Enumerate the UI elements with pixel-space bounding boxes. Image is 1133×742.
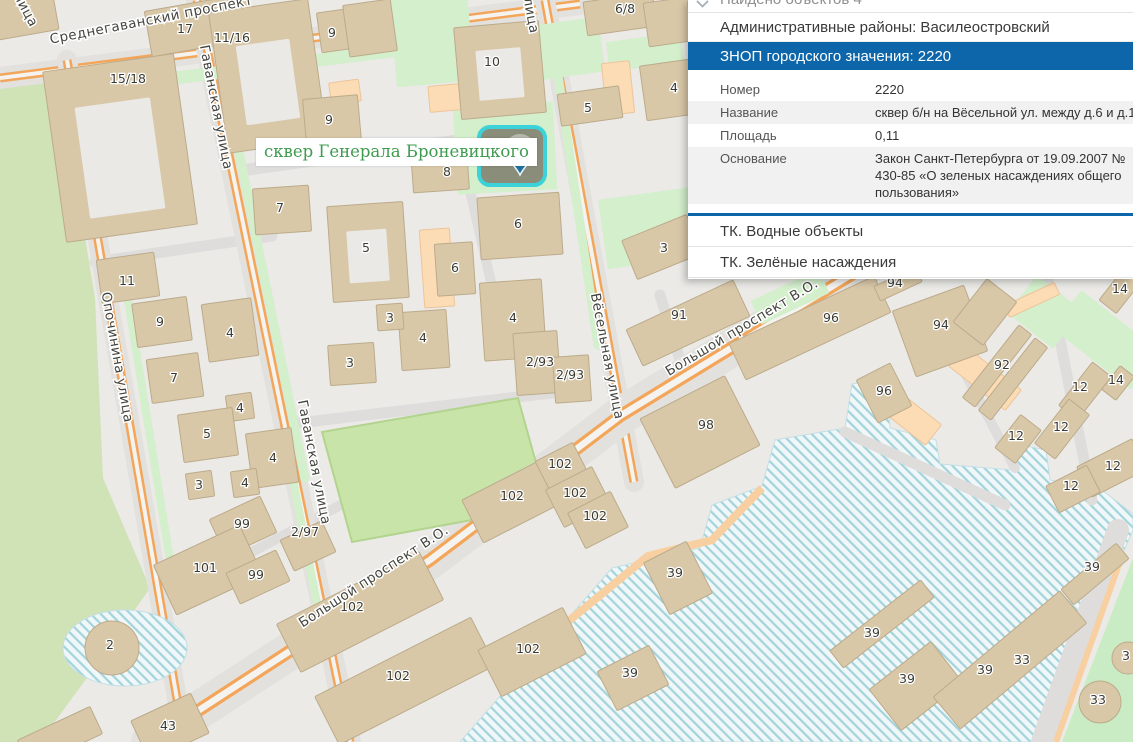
section-tk-water[interactable]: ТК. Водные объекты xyxy=(688,216,1133,247)
results-panel: Найдено объектов 4 Административные райо… xyxy=(688,0,1133,279)
building-number: 2/93 xyxy=(526,354,554,369)
app-window: 1711/16915/186/8104598765361191439442/93… xyxy=(0,0,1133,742)
building-number: 92 xyxy=(994,357,1010,372)
building-number: 3 xyxy=(386,310,394,325)
building-number: 9 xyxy=(328,25,336,40)
results-count: Найдено объектов 4 xyxy=(688,0,1133,13)
section-tk-green[interactable]: ТК. Зелёные насаждения xyxy=(688,247,1133,278)
detail-row-name: Название сквер б/н на Вёсельной ул. межд… xyxy=(688,101,1133,124)
section-label: ТК. Водные объекты xyxy=(720,223,863,240)
building-number: 96 xyxy=(876,383,892,398)
building-number: 4 xyxy=(419,330,427,345)
section-admin-districts[interactable]: Административные районы: Василеостровски… xyxy=(688,13,1133,42)
building-number: 99 xyxy=(248,567,264,582)
building-number: 5 xyxy=(362,240,370,255)
building-number: 10 xyxy=(484,54,500,69)
building-number: 12 xyxy=(1072,379,1088,394)
building-number: 11 xyxy=(119,273,135,288)
building-number: 4 xyxy=(236,400,244,415)
building-number: 14 xyxy=(1112,281,1128,296)
building-number: 102 xyxy=(583,508,607,523)
building-number: 2/97 xyxy=(291,524,319,539)
building-number: 102 xyxy=(386,668,410,683)
section-label: ЗНОП городского значения: 2220 xyxy=(720,48,951,65)
object-details: Номер 2220 Название сквер б/н на Вёсельн… xyxy=(688,70,1133,204)
building-number: 7 xyxy=(170,370,178,385)
building-number: 102 xyxy=(548,456,572,471)
building-number: 39 xyxy=(667,565,683,580)
building-number: 102 xyxy=(500,488,524,503)
building-number: 43 xyxy=(160,718,176,733)
building-number: 14 xyxy=(1108,372,1124,387)
section-label: ТК. Зелёные насаждения xyxy=(720,254,896,271)
building-number: 4 xyxy=(509,310,517,325)
building-number: 2/93 xyxy=(556,367,584,382)
selected-object-label: сквер Генерала Броневицкого xyxy=(256,138,537,166)
building-number: 4 xyxy=(670,80,678,95)
building-number: 3 xyxy=(195,477,203,492)
building-number: 33 xyxy=(1014,652,1030,667)
building-number: 91 xyxy=(671,307,687,322)
building-number: 3 xyxy=(346,355,354,370)
building-number: 102 xyxy=(563,485,587,500)
building-number: 4 xyxy=(269,450,277,465)
building-number: 12 xyxy=(1105,458,1121,473)
building-number: 102 xyxy=(516,641,540,656)
building-number: 99 xyxy=(234,516,250,531)
building-number: 15/18 xyxy=(110,71,146,86)
building-number: 3 xyxy=(660,240,668,255)
building-number: 3 xyxy=(1122,648,1130,663)
building-number: 39 xyxy=(899,671,915,686)
building-number: 12 xyxy=(1053,419,1069,434)
building-number: 39 xyxy=(864,625,880,640)
building-number: 9 xyxy=(325,112,333,127)
building-number: 7 xyxy=(276,200,284,215)
detail-row-basis: Основание Закон Санкт-Петербурга от 19.0… xyxy=(688,147,1133,204)
building-number: 17 xyxy=(177,21,193,36)
detail-row-number: Номер 2220 xyxy=(688,78,1133,101)
section-label: Административные районы: Василеостровски… xyxy=(720,19,1050,36)
detail-row-area: Площадь 0,11 xyxy=(688,124,1133,147)
building-number: 39 xyxy=(622,665,638,680)
chevron-down-icon xyxy=(696,0,709,8)
building-number: 6 xyxy=(451,260,459,275)
building-number: 39 xyxy=(977,662,993,677)
building-number: 94 xyxy=(933,317,949,332)
section-znop[interactable]: ЗНОП городского значения: 2220 xyxy=(688,42,1133,70)
building-number: 6 xyxy=(514,216,522,231)
building-number: 6/8 xyxy=(615,1,635,16)
building-number: 2 xyxy=(106,637,114,652)
building-number: 11/16 xyxy=(214,30,250,45)
building-number: 4 xyxy=(241,475,249,490)
building-number: 12 xyxy=(1008,428,1024,443)
building-number: 98 xyxy=(698,417,714,432)
building-number: 5 xyxy=(584,100,592,115)
building-number: 5 xyxy=(203,426,211,441)
building-number: 101 xyxy=(193,560,217,575)
building-number: 12 xyxy=(1063,478,1079,493)
building-number: 8 xyxy=(443,164,451,179)
building-number: 4 xyxy=(226,325,234,340)
building-number: 96 xyxy=(823,310,839,325)
building-number: 39 xyxy=(1084,559,1100,574)
building-number: 33 xyxy=(1090,692,1106,707)
building-number: 9 xyxy=(156,314,164,329)
